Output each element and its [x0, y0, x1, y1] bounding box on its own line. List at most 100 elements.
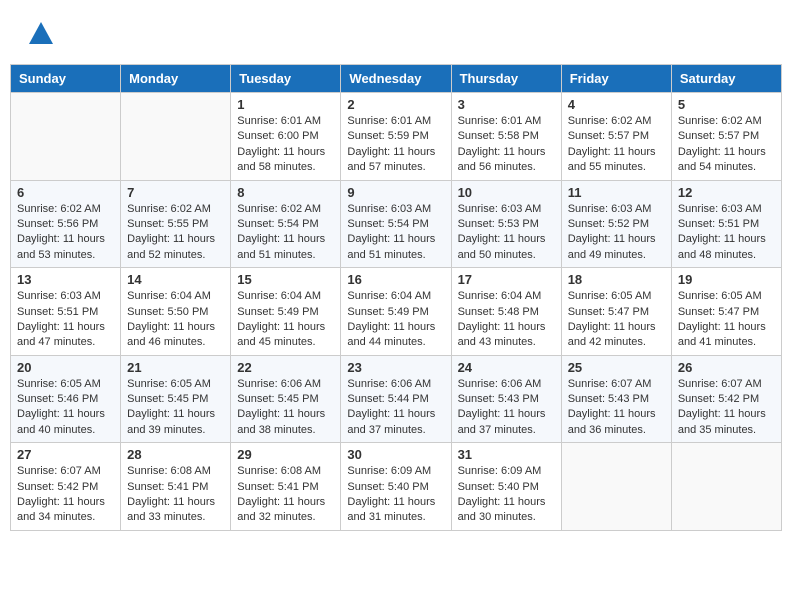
day-number: 22 [237, 360, 334, 375]
sunrise-text: Sunrise: 6:09 AM [458, 465, 542, 477]
daylight-text: Daylight: 11 hours and 54 minutes. [678, 146, 766, 173]
sunset-text: Sunset: 5:49 PM [237, 306, 318, 318]
day-number: 20 [17, 360, 114, 375]
day-number: 26 [678, 360, 775, 375]
day-info: Sunrise: 6:05 AM Sunset: 5:47 PM Dayligh… [678, 289, 775, 351]
calendar-week-3: 13 Sunrise: 6:03 AM Sunset: 5:51 PM Dayl… [11, 268, 782, 356]
daylight-text: Daylight: 11 hours and 33 minutes. [127, 496, 215, 523]
sunrise-text: Sunrise: 6:01 AM [237, 115, 321, 127]
calendar-cell: 2 Sunrise: 6:01 AM Sunset: 5:59 PM Dayli… [341, 93, 451, 181]
sunset-text: Sunset: 5:42 PM [17, 481, 98, 493]
day-info: Sunrise: 6:05 AM Sunset: 5:46 PM Dayligh… [17, 377, 114, 439]
calendar-cell: 12 Sunrise: 6:03 AM Sunset: 5:51 PM Dayl… [671, 180, 781, 268]
daylight-text: Daylight: 11 hours and 52 minutes. [127, 233, 215, 260]
daylight-text: Daylight: 11 hours and 36 minutes. [568, 408, 656, 435]
sunrise-text: Sunrise: 6:03 AM [458, 203, 542, 215]
day-info: Sunrise: 6:02 AM Sunset: 5:57 PM Dayligh… [678, 114, 775, 176]
calendar-week-4: 20 Sunrise: 6:05 AM Sunset: 5:46 PM Dayl… [11, 355, 782, 443]
day-info: Sunrise: 6:07 AM Sunset: 5:43 PM Dayligh… [568, 377, 665, 439]
calendar-cell: 29 Sunrise: 6:08 AM Sunset: 5:41 PM Dayl… [231, 443, 341, 531]
sunrise-text: Sunrise: 6:01 AM [458, 115, 542, 127]
day-info: Sunrise: 6:04 AM Sunset: 5:48 PM Dayligh… [458, 289, 555, 351]
sunrise-text: Sunrise: 6:05 AM [17, 378, 101, 390]
day-info: Sunrise: 6:07 AM Sunset: 5:42 PM Dayligh… [678, 377, 775, 439]
daylight-text: Daylight: 11 hours and 44 minutes. [347, 321, 435, 348]
sunrise-text: Sunrise: 6:04 AM [347, 290, 431, 302]
day-number: 10 [458, 185, 555, 200]
calendar-cell: 11 Sunrise: 6:03 AM Sunset: 5:52 PM Dayl… [561, 180, 671, 268]
daylight-text: Daylight: 11 hours and 34 minutes. [17, 496, 105, 523]
sunrise-text: Sunrise: 6:07 AM [678, 378, 762, 390]
day-info: Sunrise: 6:08 AM Sunset: 5:41 PM Dayligh… [237, 464, 334, 526]
sunset-text: Sunset: 5:43 PM [458, 393, 539, 405]
calendar-cell: 8 Sunrise: 6:02 AM Sunset: 5:54 PM Dayli… [231, 180, 341, 268]
calendar-week-2: 6 Sunrise: 6:02 AM Sunset: 5:56 PM Dayli… [11, 180, 782, 268]
day-info: Sunrise: 6:02 AM Sunset: 5:57 PM Dayligh… [568, 114, 665, 176]
calendar-body: 1 Sunrise: 6:01 AM Sunset: 6:00 PM Dayli… [11, 93, 782, 531]
daylight-text: Daylight: 11 hours and 58 minutes. [237, 146, 325, 173]
sunrise-text: Sunrise: 6:07 AM [17, 465, 101, 477]
daylight-text: Daylight: 11 hours and 45 minutes. [237, 321, 325, 348]
sunset-text: Sunset: 5:57 PM [568, 130, 649, 142]
weekday-header-row: SundayMondayTuesdayWednesdayThursdayFrid… [11, 65, 782, 93]
day-number: 16 [347, 272, 444, 287]
weekday-tuesday: Tuesday [231, 65, 341, 93]
day-number: 4 [568, 97, 665, 112]
sunrise-text: Sunrise: 6:02 AM [127, 203, 211, 215]
daylight-text: Daylight: 11 hours and 51 minutes. [347, 233, 435, 260]
sunrise-text: Sunrise: 6:07 AM [568, 378, 652, 390]
daylight-text: Daylight: 11 hours and 43 minutes. [458, 321, 546, 348]
calendar-cell: 5 Sunrise: 6:02 AM Sunset: 5:57 PM Dayli… [671, 93, 781, 181]
calendar-cell: 21 Sunrise: 6:05 AM Sunset: 5:45 PM Dayl… [121, 355, 231, 443]
sunset-text: Sunset: 5:43 PM [568, 393, 649, 405]
daylight-text: Daylight: 11 hours and 46 minutes. [127, 321, 215, 348]
calendar-cell: 10 Sunrise: 6:03 AM Sunset: 5:53 PM Dayl… [451, 180, 561, 268]
weekday-saturday: Saturday [671, 65, 781, 93]
calendar-cell [11, 93, 121, 181]
sunset-text: Sunset: 5:40 PM [458, 481, 539, 493]
sunset-text: Sunset: 5:45 PM [237, 393, 318, 405]
daylight-text: Daylight: 11 hours and 50 minutes. [458, 233, 546, 260]
daylight-text: Daylight: 11 hours and 53 minutes. [17, 233, 105, 260]
daylight-text: Daylight: 11 hours and 49 minutes. [568, 233, 656, 260]
calendar-cell: 14 Sunrise: 6:04 AM Sunset: 5:50 PM Dayl… [121, 268, 231, 356]
day-number: 6 [17, 185, 114, 200]
logo-icon [27, 20, 55, 48]
sunset-text: Sunset: 5:54 PM [237, 218, 318, 230]
day-info: Sunrise: 6:06 AM Sunset: 5:43 PM Dayligh… [458, 377, 555, 439]
day-number: 15 [237, 272, 334, 287]
day-info: Sunrise: 6:03 AM Sunset: 5:54 PM Dayligh… [347, 202, 444, 264]
logo [25, 20, 55, 54]
daylight-text: Daylight: 11 hours and 37 minutes. [347, 408, 435, 435]
day-number: 19 [678, 272, 775, 287]
day-number: 2 [347, 97, 444, 112]
calendar-cell: 25 Sunrise: 6:07 AM Sunset: 5:43 PM Dayl… [561, 355, 671, 443]
daylight-text: Daylight: 11 hours and 55 minutes. [568, 146, 656, 173]
sunset-text: Sunset: 5:58 PM [458, 130, 539, 142]
day-number: 18 [568, 272, 665, 287]
daylight-text: Daylight: 11 hours and 40 minutes. [17, 408, 105, 435]
day-number: 8 [237, 185, 334, 200]
sunrise-text: Sunrise: 6:04 AM [237, 290, 321, 302]
daylight-text: Daylight: 11 hours and 32 minutes. [237, 496, 325, 523]
daylight-text: Daylight: 11 hours and 38 minutes. [237, 408, 325, 435]
sunset-text: Sunset: 5:56 PM [17, 218, 98, 230]
weekday-thursday: Thursday [451, 65, 561, 93]
sunset-text: Sunset: 5:45 PM [127, 393, 208, 405]
day-number: 14 [127, 272, 224, 287]
sunset-text: Sunset: 5:54 PM [347, 218, 428, 230]
sunrise-text: Sunrise: 6:08 AM [127, 465, 211, 477]
day-number: 13 [17, 272, 114, 287]
calendar-cell: 26 Sunrise: 6:07 AM Sunset: 5:42 PM Dayl… [671, 355, 781, 443]
sunrise-text: Sunrise: 6:03 AM [568, 203, 652, 215]
calendar-week-5: 27 Sunrise: 6:07 AM Sunset: 5:42 PM Dayl… [11, 443, 782, 531]
daylight-text: Daylight: 11 hours and 30 minutes. [458, 496, 546, 523]
day-info: Sunrise: 6:09 AM Sunset: 5:40 PM Dayligh… [347, 464, 444, 526]
day-info: Sunrise: 6:01 AM Sunset: 5:58 PM Dayligh… [458, 114, 555, 176]
day-info: Sunrise: 6:03 AM Sunset: 5:51 PM Dayligh… [17, 289, 114, 351]
calendar-cell: 15 Sunrise: 6:04 AM Sunset: 5:49 PM Dayl… [231, 268, 341, 356]
day-info: Sunrise: 6:09 AM Sunset: 5:40 PM Dayligh… [458, 464, 555, 526]
day-info: Sunrise: 6:08 AM Sunset: 5:41 PM Dayligh… [127, 464, 224, 526]
day-info: Sunrise: 6:05 AM Sunset: 5:47 PM Dayligh… [568, 289, 665, 351]
calendar-week-1: 1 Sunrise: 6:01 AM Sunset: 6:00 PM Dayli… [11, 93, 782, 181]
